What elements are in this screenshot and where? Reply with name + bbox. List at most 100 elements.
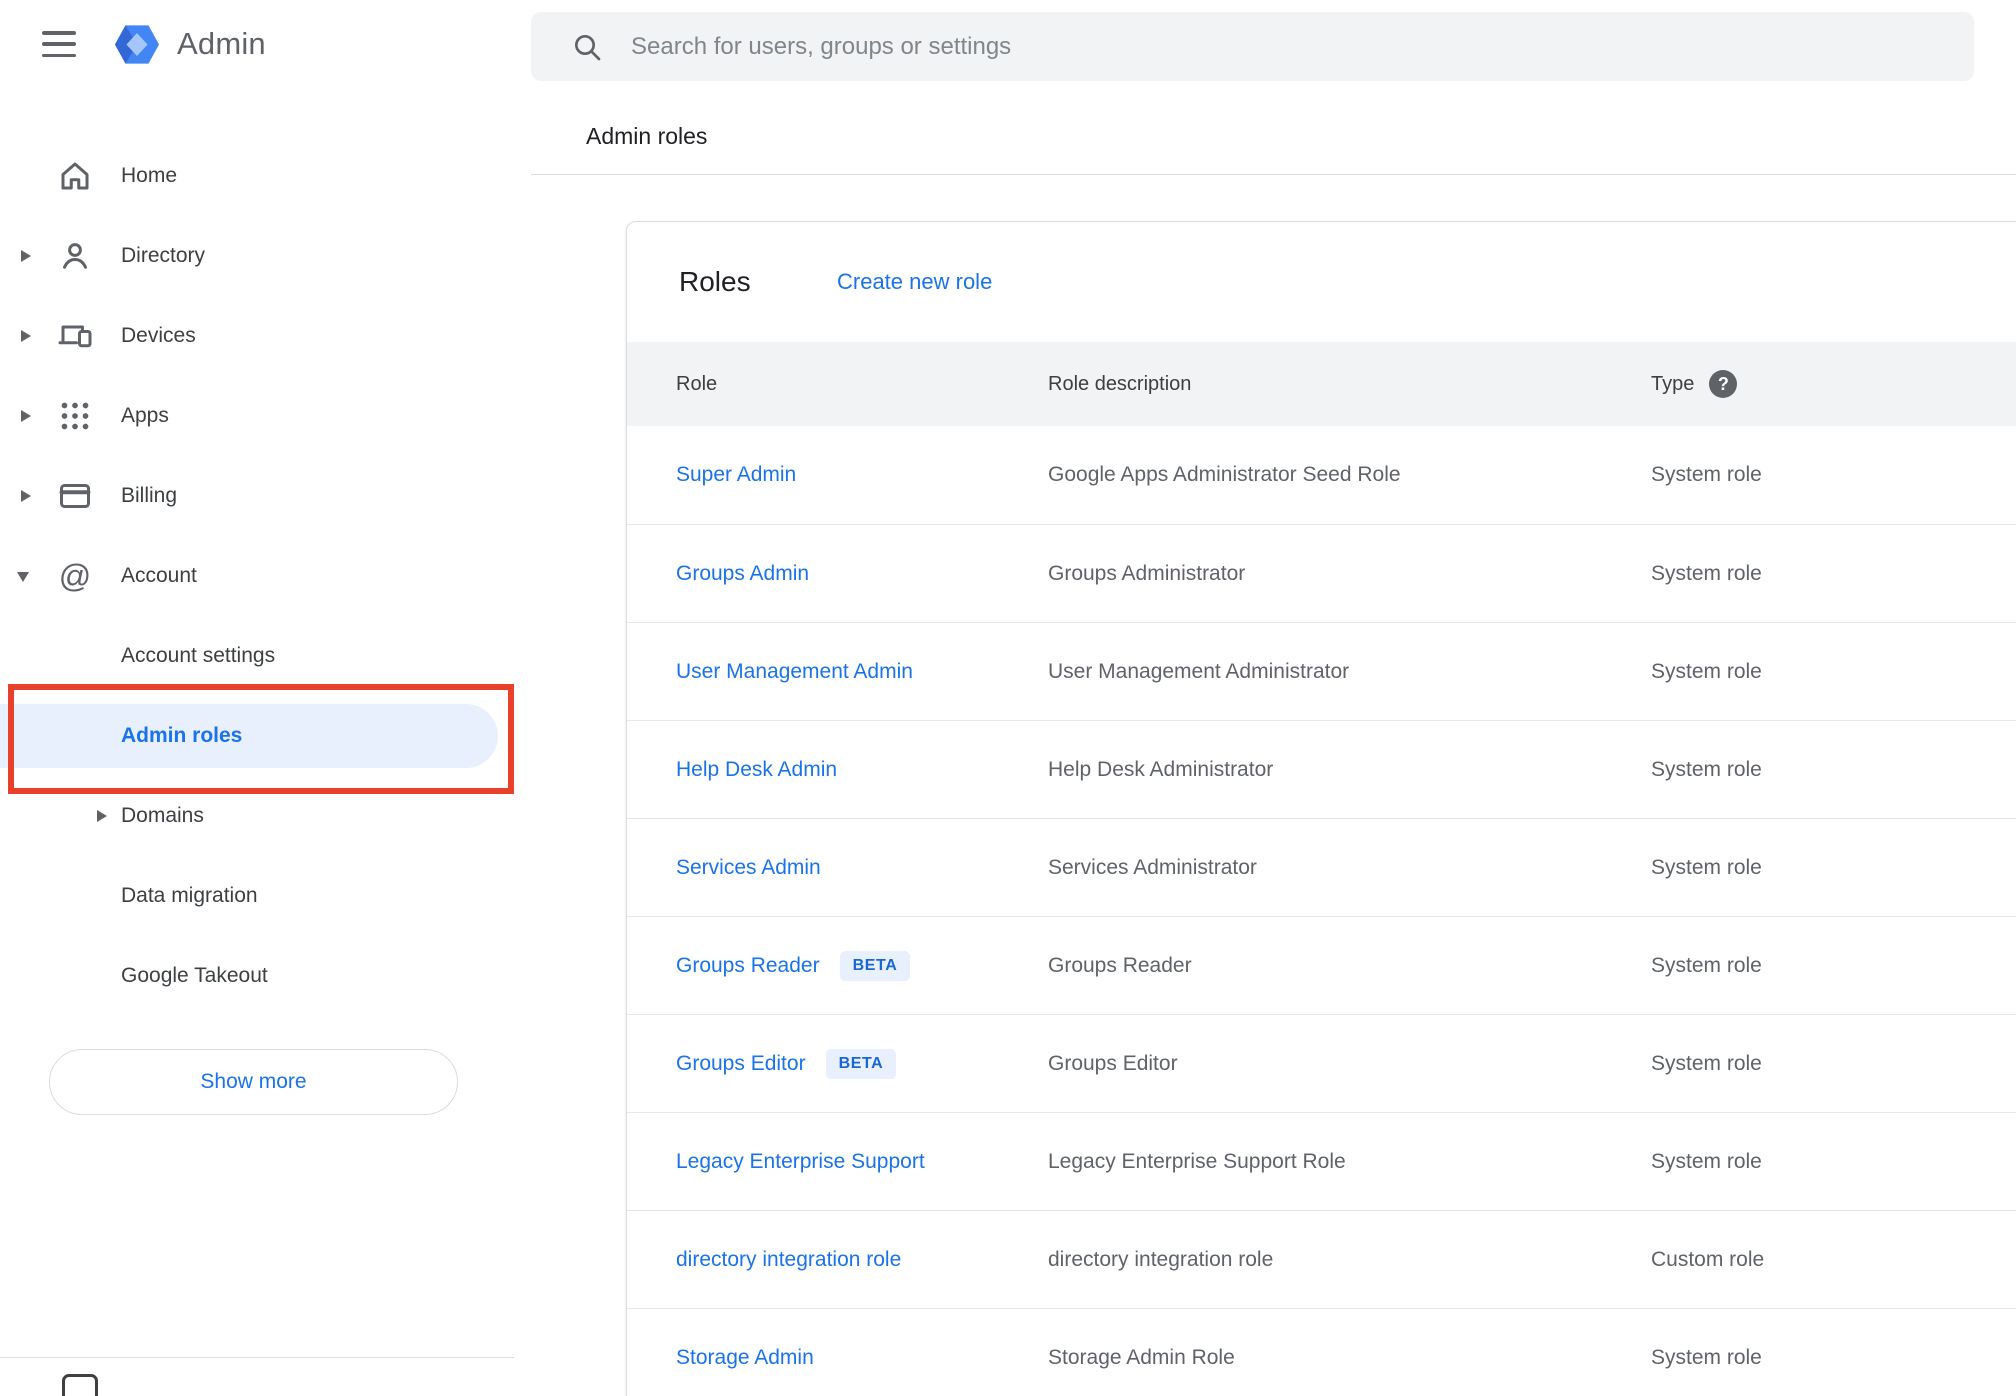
sidebar-item-data-migration[interactable]: Data migration	[0, 856, 531, 936]
sidebar-item-devices[interactable]: Devices	[0, 296, 531, 376]
menu-icon[interactable]	[42, 31, 76, 57]
role-description: User Management Administrator	[1048, 659, 1350, 683]
role-description: Groups Administrator	[1048, 561, 1246, 585]
role-type: System role	[1651, 659, 1762, 683]
sidebar-item-label: Directory	[121, 244, 206, 267]
table-row: Services Admin Services Administrator Syst…	[627, 818, 2016, 916]
role-link[interactable]: Services Admin	[676, 856, 821, 880]
beta-badge: BETA	[825, 1048, 897, 1079]
role-type: System role	[1651, 953, 1762, 977]
person-icon	[57, 238, 93, 274]
role-description: Groups Reader	[1048, 953, 1192, 977]
chevron-right-icon[interactable]	[21, 490, 31, 502]
role-cell: User Management Admin	[676, 660, 1048, 684]
role-description: Groups Editor	[1048, 1051, 1178, 1075]
table-header-row: Role Role description Type ?	[627, 342, 2016, 426]
role-cell: Storage Admin	[676, 1346, 1048, 1370]
role-link[interactable]: Help Desk Admin	[676, 758, 837, 782]
role-link[interactable]: User Management Admin	[676, 660, 913, 684]
table-row: directory integration role directory inte…	[627, 1210, 2016, 1308]
sidebar-item-label: Domains	[121, 804, 204, 827]
role-cell: Groups Admin	[676, 562, 1048, 586]
sidebar-item-google-takeout[interactable]: Google Takeout	[0, 936, 531, 1016]
role-type: System role	[1651, 1051, 1762, 1075]
sidebar-header: Admin	[0, 0, 266, 88]
sidebar-item-apps[interactable]: Apps	[0, 376, 531, 456]
beta-badge: BETA	[839, 950, 911, 981]
home-icon	[57, 158, 93, 194]
chevron-right-icon[interactable]	[21, 330, 31, 342]
roles-card-header: Roles Create new role	[627, 222, 2016, 342]
role-cell: Services Admin	[676, 856, 1048, 880]
role-link[interactable]: Groups Editor	[676, 1052, 806, 1076]
table-row: Groups Reader BETA Groups Reader System rol…	[627, 916, 2016, 1014]
sidebar-nav: Home Directory Devices Apps Billing @ Account A…	[0, 136, 531, 1016]
role-cell: Groups Editor BETA	[676, 1048, 1048, 1079]
role-type: System role	[1651, 1345, 1762, 1369]
sidebar-item-label: Apps	[121, 404, 169, 427]
role-link[interactable]: directory integration role	[676, 1248, 901, 1272]
column-header-description: Role description	[1048, 372, 1192, 395]
roles-table-body: Super Admin Google Apps Administrator See…	[627, 426, 2016, 1396]
search-bar[interactable]	[531, 12, 1974, 81]
role-type: System role	[1651, 561, 1762, 585]
show-more-button[interactable]: Show more	[49, 1049, 458, 1115]
sidebar-item-billing[interactable]: Billing	[0, 456, 531, 536]
table-row: Storage Admin Storage Admin Role System ro…	[627, 1308, 2016, 1396]
sidebar-divider	[0, 1357, 514, 1358]
column-header-role: Role	[676, 372, 718, 395]
role-description: Google Apps Administrator Seed Role	[1048, 463, 1401, 486]
table-row: Legacy Enterprise Support Legacy Enterpri…	[627, 1112, 2016, 1210]
partial-bottom-icon	[62, 1374, 98, 1396]
admin-logo-icon	[114, 24, 160, 64]
role-description: Storage Admin Role	[1048, 1345, 1235, 1369]
role-type: Custom role	[1651, 1247, 1765, 1271]
roles-card: Roles Create new role Role Role descript…	[626, 221, 2016, 1396]
role-cell: Super Admin	[676, 463, 1048, 487]
role-description: directory integration role	[1048, 1247, 1274, 1271]
sidebar-item-label: Home	[121, 164, 178, 187]
sidebar-item-admin-roles[interactable]: Admin roles	[0, 696, 531, 776]
create-new-role-link[interactable]: Create new role	[837, 269, 992, 295]
sidebar-item-domains[interactable]: Domains	[0, 776, 531, 856]
admin-logo: Admin	[114, 24, 266, 65]
header-divider	[531, 174, 2016, 175]
column-header-type: Type ?	[1651, 370, 2016, 398]
search-input[interactable]	[631, 32, 1974, 61]
sidebar-item-home[interactable]: Home	[0, 136, 531, 216]
role-link[interactable]: Super Admin	[676, 463, 796, 487]
role-type: System role	[1651, 1149, 1762, 1173]
role-type: System role	[1651, 855, 1762, 879]
sidebar-item-label: Devices	[121, 324, 196, 347]
sidebar-item-label: Account settings	[121, 644, 276, 667]
help-icon[interactable]: ?	[1709, 370, 1738, 398]
table-row: User Management Admin User Management Adm…	[627, 622, 2016, 720]
role-cell: Help Desk Admin	[676, 758, 1048, 782]
breadcrumb: Admin roles	[586, 123, 708, 149]
sidebar-item-account-settings[interactable]: Account settings	[0, 616, 531, 696]
chevron-right-icon[interactable]	[21, 410, 31, 422]
role-link[interactable]: Storage Admin	[676, 1346, 814, 1370]
table-row: Groups Editor BETA Groups Editor System rol…	[627, 1014, 2016, 1112]
chevron-right-icon[interactable]	[97, 810, 107, 822]
role-link[interactable]: Groups Reader	[676, 954, 820, 978]
chevron-down-icon[interactable]	[17, 572, 29, 582]
role-link[interactable]: Legacy Enterprise Support	[676, 1150, 925, 1174]
role-link[interactable]: Groups Admin	[676, 562, 809, 586]
role-cell: Legacy Enterprise Support	[676, 1150, 1048, 1174]
sidebar-item-account[interactable]: @ Account	[0, 536, 531, 616]
sidebar-item-label: Google Takeout	[121, 964, 268, 987]
role-description: Legacy Enterprise Support Role	[1048, 1149, 1346, 1173]
role-cell: directory integration role	[676, 1248, 1048, 1272]
devices-icon	[57, 318, 93, 354]
chevron-right-icon[interactable]	[21, 250, 31, 262]
sidebar-item-label: Account	[121, 564, 197, 587]
main-content: Admin roles Roles Create new role Role R…	[531, 0, 2016, 1396]
column-header-type-label: Type	[1651, 372, 1695, 395]
search-icon	[575, 34, 601, 60]
sidebar-item-label: Admin roles	[121, 724, 243, 747]
sidebar-item-label: Data migration	[121, 884, 258, 907]
card-title: Roles	[679, 266, 751, 297]
sidebar-item-directory[interactable]: Directory	[0, 216, 531, 296]
account-icon: @	[58, 558, 92, 594]
